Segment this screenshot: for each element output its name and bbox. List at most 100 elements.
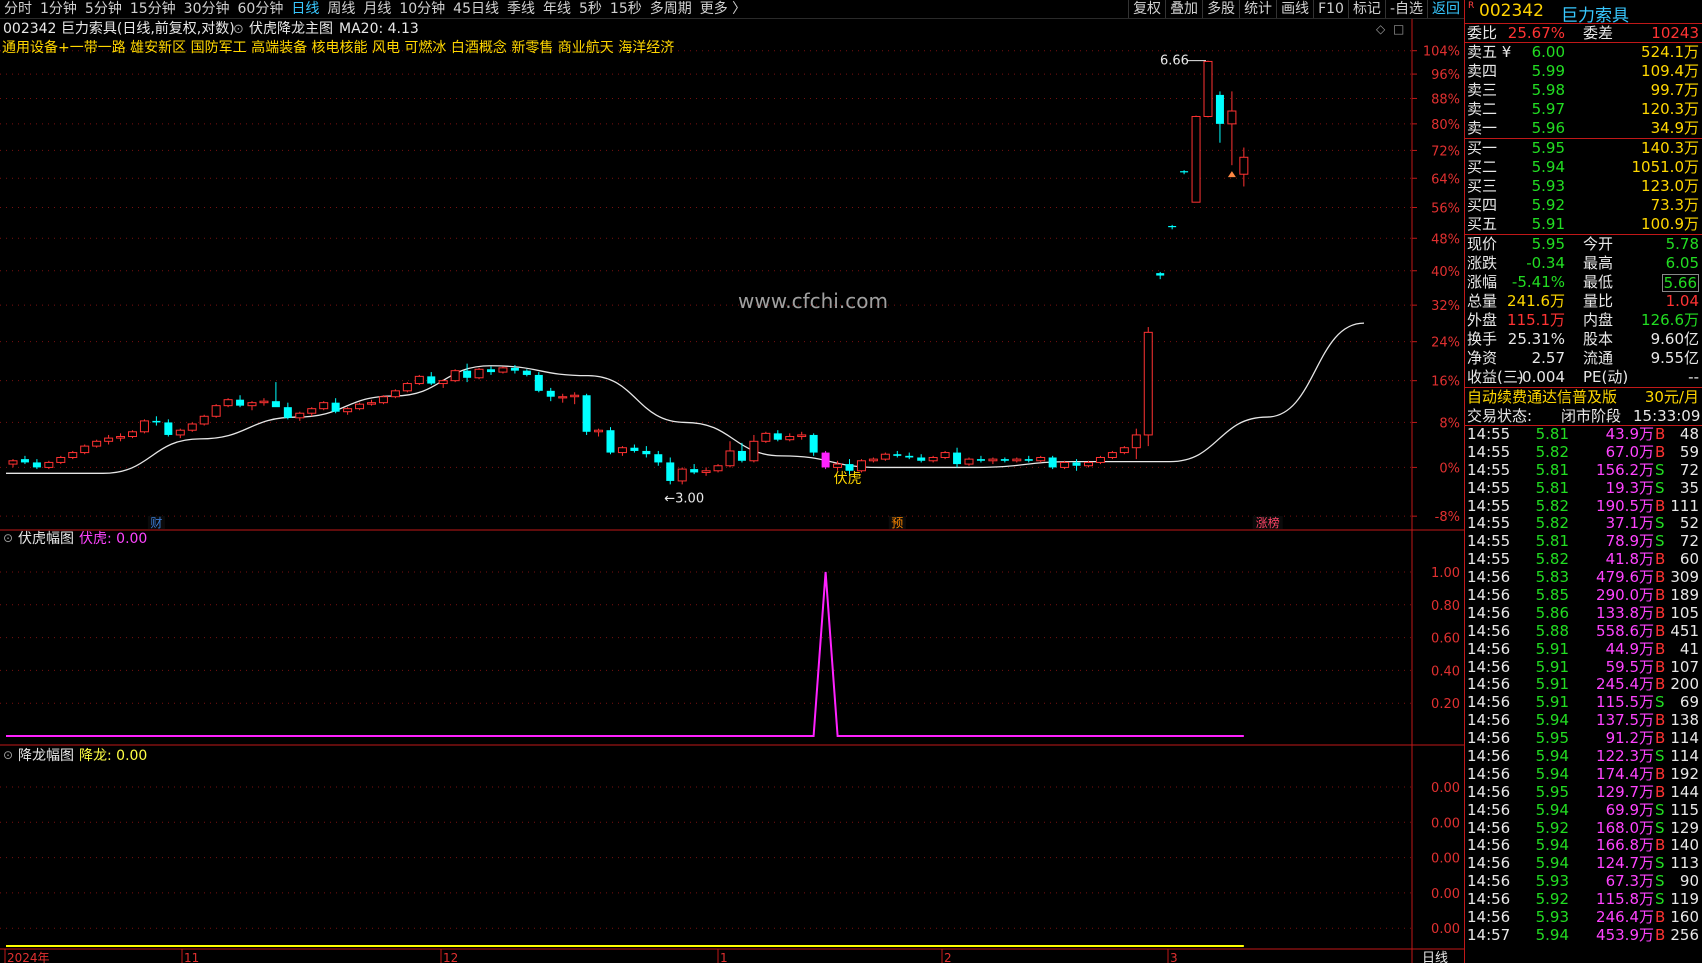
candle[interactable] [1107,450,1117,460]
ask-row[interactable]: 卖五 ¥ 6.00 524.1万 [1465,43,1702,62]
candle[interactable] [187,422,197,432]
candle[interactable] [606,427,615,455]
tab-5sec[interactable]: 5秒 [575,0,606,18]
candle[interactable] [1143,327,1153,447]
candle[interactable] [414,374,424,386]
ad-row[interactable]: 自动续费通达信普及版 30元/月 [1465,388,1702,407]
candle[interactable] [761,431,771,443]
candle[interactable] [809,433,818,456]
candle[interactable] [92,439,102,448]
bid-row[interactable]: 买一 5.95 140.3万 [1465,139,1702,158]
candle[interactable] [319,401,329,411]
bid-book: 买一 5.95 140.3万 买二 5.94 1051.0万 买三 5.93 123.0万 买四 5… [1465,139,1702,235]
candle[interactable] [713,464,723,473]
bid-row[interactable]: 买二 5.94 1051.0万 [1465,158,1702,177]
tab-10min[interactable]: 10分钟 [395,0,449,18]
candle[interactable] [1095,455,1105,465]
mark-button[interactable]: 标记 [1347,0,1385,18]
tab-60min[interactable]: 60分钟 [234,0,288,18]
candle[interactable] [80,444,90,455]
candle[interactable] [940,450,950,460]
remove-watchlist-button[interactable]: -自选 [1384,0,1427,18]
subchart1-title[interactable]: 伏虎幅图 [18,531,74,547]
candle[interactable] [1119,446,1129,455]
bid-row[interactable]: 买五 5.91 100.9万 [1465,215,1702,234]
candle-body [1036,456,1046,462]
ask-row[interactable]: 卖四 5.99 109.4万 [1465,62,1702,81]
ad-text[interactable]: 自动续费通达信普及版 [1467,388,1617,407]
tick-count: 48 [1679,425,1699,443]
tab-daily[interactable]: 日线 [287,0,323,18]
multi-stock-button[interactable]: 多股 [1202,0,1239,18]
tab-15min[interactable]: 15分钟 [126,0,180,18]
candle[interactable] [44,460,54,470]
y-tick-label: 56% [1431,202,1460,217]
candle-body [152,420,161,423]
candle[interactable] [1191,115,1201,203]
tab-yearly[interactable]: 年线 [539,0,575,18]
stock-name[interactable]: 巨力索具 [1561,1,1629,26]
candle[interactable] [378,395,388,405]
tab-15sec[interactable]: 15秒 [606,0,646,18]
candle[interactable] [223,398,233,408]
candle[interactable] [821,450,830,470]
candle[interactable] [474,367,484,380]
candle[interactable] [355,402,365,411]
candle[interactable] [880,452,890,461]
window-toggle-icon[interactable]: □ [1393,22,1404,36]
bid-row[interactable]: 买三 5.93 123.0万 [1465,177,1702,196]
tab-1min[interactable]: 1分钟 [36,0,81,18]
tab-30min[interactable]: 30分钟 [180,0,234,18]
candle-body [582,395,591,432]
indicator-name[interactable]: 伏虎降龙主图 [249,21,333,37]
y-tick-label: 16% [1431,375,1460,390]
draw-line-button[interactable]: 画线 [1276,0,1313,18]
tab-more[interactable]: 更多 〉 [696,0,750,18]
tab-45day[interactable]: 45日线 [449,0,503,18]
tab-5min[interactable]: 5分钟 [81,0,126,18]
candle[interactable] [1203,60,1213,118]
subchart2-title[interactable]: 降龙幅图 [18,748,74,764]
tick-volume: 129.7万 [1596,782,1654,801]
bid-row[interactable]: 买四 5.92 73.3万 [1465,196,1702,215]
settings-icon[interactable]: ⊙ [233,22,244,37]
adjust-button[interactable]: 复权 [1128,0,1165,18]
subchart1-toggle-icon[interactable]: ⊙ [3,531,13,545]
candle[interactable] [56,455,66,465]
overlay-button[interactable]: 叠加 [1165,0,1202,18]
stat-value: 5.66 [1661,274,1699,292]
candle[interactable] [128,430,137,439]
candle[interactable] [450,369,460,383]
chart-area[interactable]: 002342 巨力索具(日线,前复权,对数) ⊙ 伏虎降龙主图 MA20: 4.… [0,19,1464,963]
candle[interactable] [498,366,508,374]
tab-monthly[interactable]: 月线 [359,0,395,18]
candle[interactable] [1048,455,1057,470]
tab-quarterly[interactable]: 季线 [503,0,539,18]
kline-chart-svg[interactable]: 002342 巨力索具(日线,前复权,对数) ⊙ 伏虎降龙主图 MA20: 4.… [0,19,1464,963]
candle[interactable] [964,457,974,466]
candle[interactable] [1060,460,1070,470]
tab-fenshi[interactable]: 分时 [0,0,36,18]
ask-row[interactable]: 卖二 5.97 120.3万 [1465,100,1702,119]
back-button[interactable]: 返回 [1427,0,1464,18]
diamond-icon[interactable]: ◇ [1376,22,1386,36]
candle[interactable] [139,419,149,434]
candle[interactable] [68,450,78,460]
candle[interactable] [582,393,591,435]
candle[interactable] [534,372,543,393]
ask-row[interactable]: 卖三 5.98 99.7万 [1465,81,1702,100]
subchart2-toggle-icon[interactable]: ⊙ [3,748,13,762]
tick-volume: 137.5万 [1596,711,1654,730]
candle[interactable] [211,404,221,418]
tab-multi-period[interactable]: 多周期 [646,0,696,18]
candle[interactable] [402,382,412,393]
ad-price[interactable]: 30元/月 [1645,388,1699,407]
tick-list[interactable]: 14:55 5.81 43.9万 B 48 14:55 5.82 67.0万 B 59 14:55 5… [1465,425,1702,945]
f10-button[interactable]: F10 [1313,0,1348,18]
ask-row[interactable]: 卖一 5.96 34.9万 [1465,119,1702,138]
candle[interactable] [390,389,400,399]
statistics-button[interactable]: 统计 [1239,0,1276,18]
tab-weekly[interactable]: 周线 [323,0,359,18]
candle[interactable] [199,414,209,426]
stock-code[interactable]: 002342 [1479,1,1544,21]
